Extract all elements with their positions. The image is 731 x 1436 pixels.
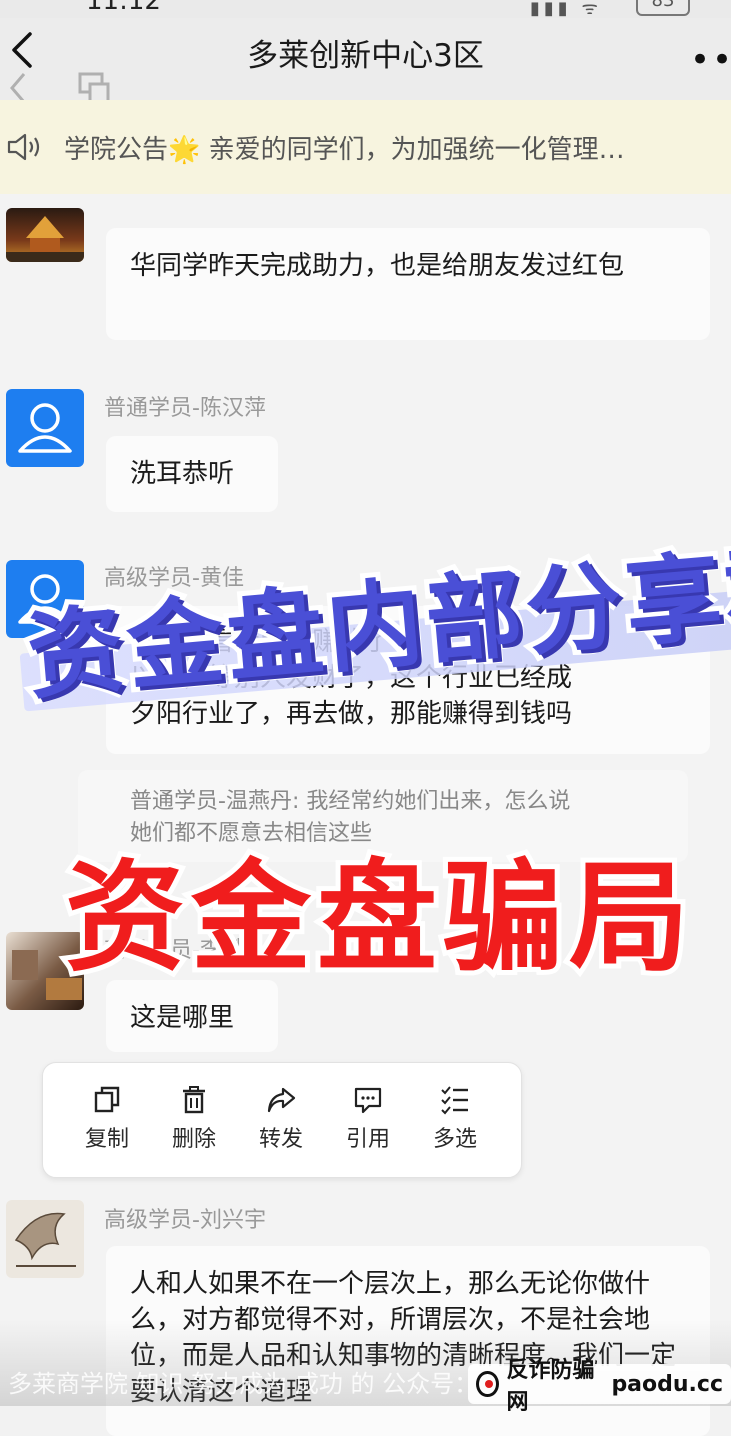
announcement-body: 亲爱的同学们，为加强统一化管理… <box>208 134 625 165</box>
group-announcement-bar[interactable]: 学院公告🌟 亲爱的同学们，为加强统一化管理… <box>0 100 731 194</box>
forward-icon <box>267 1087 296 1113</box>
copy-icon <box>94 1086 120 1113</box>
avatar[interactable] <box>6 1200 84 1278</box>
chat-header: 多莱创新中心3区 ••• <box>0 18 731 104</box>
announcement-label: 学院公告 <box>64 134 169 165</box>
pagoda-image <box>6 216 84 262</box>
chat-message-list[interactable]: 华同学昨天完成助力，也是给朋友发过红包 普通学员-陈汉萍 洗耳恭听 高级学员-黄… <box>0 194 731 1436</box>
site-domain: paodu.cc <box>611 1371 723 1397</box>
status-bar: 11:12 ▮▮▮ ᯤ 83 <box>0 0 731 18</box>
sender-name: 普通学员-陈汉萍 <box>104 396 266 421</box>
site-watermark: 反诈防骗网 paodu.cc <box>468 1358 731 1415</box>
warning-caption: 资金盘骗局 <box>60 844 695 993</box>
copy-label: 复制 <box>84 1127 129 1152</box>
default-user-icon <box>18 403 72 453</box>
avatar[interactable] <box>6 389 84 467</box>
speaker-icon <box>7 133 40 161</box>
quote-icon <box>354 1087 382 1114</box>
star-emoji-icon: 🌟 <box>168 134 201 165</box>
message-bubble[interactable]: 洗耳恭听 <box>106 436 278 512</box>
delete-label: 删除 <box>171 1127 216 1152</box>
checklist-icon <box>441 1086 468 1115</box>
quote-button[interactable]: 引用 <box>336 1085 400 1153</box>
quote-label: 引用 <box>345 1127 390 1152</box>
site-logo-icon <box>476 1371 499 1397</box>
status-time: 11:12 <box>86 0 161 16</box>
avatar[interactable] <box>6 208 84 262</box>
message-context-menu: 复制 删除 转发 引用 多选 <box>42 1062 522 1178</box>
delete-button[interactable]: 删除 <box>162 1085 226 1153</box>
sender-name: 高级学员-刘兴宇 <box>104 1208 266 1233</box>
message-bubble[interactable]: 华同学昨天完成助力，也是给朋友发过红包 <box>106 228 710 340</box>
bird-sketch-image <box>14 1212 76 1267</box>
site-name-cn: 反诈防骗网 <box>506 1358 595 1415</box>
battery-icon: 83 <box>636 0 690 16</box>
announcement-text: 学院公告🌟 亲爱的同学们，为加强统一化管理… <box>64 129 724 166</box>
multiselect-button[interactable]: 多选 <box>423 1085 487 1153</box>
forward-button[interactable]: 转发 <box>249 1085 313 1153</box>
video-watermark: 多莱商学院 知识 努力成为 成功 的 公众号： <box>8 1370 479 1398</box>
forward-label: 转发 <box>258 1127 303 1152</box>
chat-title: 多莱创新中心3区 <box>247 38 484 74</box>
more-options-button[interactable]: ••• <box>690 40 731 80</box>
multiselect-label: 多选 <box>432 1127 477 1152</box>
signal-wifi-icon: ▮▮▮ ᯤ <box>530 0 602 18</box>
trash-icon <box>183 1086 205 1114</box>
copy-button[interactable]: 复制 <box>75 1085 139 1153</box>
